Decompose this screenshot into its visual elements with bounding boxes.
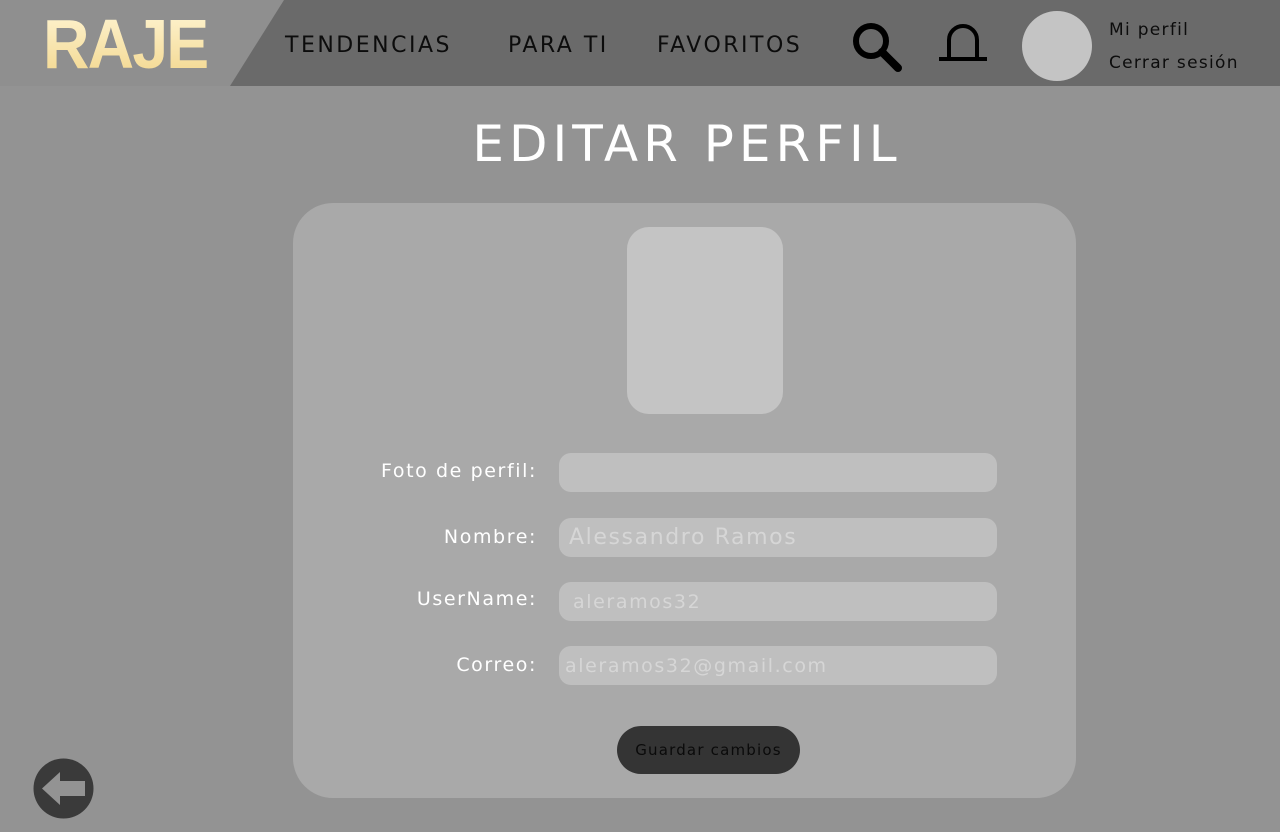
nav-para-ti[interactable]: PARA TI — [508, 31, 609, 61]
logo-area: RAJE — [0, 0, 284, 86]
edit-profile-card: Foto de perfil: Nombre: UserName: Correo… — [293, 203, 1076, 798]
nav-tendencias[interactable]: TENDENCIAS — [285, 31, 452, 61]
username-label: UserName: — [416, 588, 537, 610]
my-profile-link[interactable]: Mi perfil — [1109, 19, 1189, 41]
bell-icon[interactable] — [936, 20, 990, 64]
page-title: EDITAR PERFIL — [472, 115, 902, 173]
email-field[interactable] — [559, 646, 997, 685]
email-label: Correo: — [456, 654, 537, 676]
photo-label: Foto de perfil: — [381, 460, 537, 482]
arrow-left-icon[interactable] — [33, 758, 94, 819]
user-avatar[interactable] — [1022, 11, 1092, 81]
username-field[interactable] — [559, 582, 997, 621]
top-navigation-bar: RAJE TENDENCIAS PARA TI FAVORITOS Mi per… — [0, 0, 1280, 86]
save-changes-button[interactable]: Guardar cambios — [617, 726, 800, 774]
logout-link[interactable]: Cerrar sesión — [1109, 52, 1239, 74]
name-label: Nombre: — [443, 526, 537, 548]
nav-favoritos[interactable]: FAVORITOS — [657, 31, 802, 61]
photo-field[interactable] — [559, 453, 997, 492]
profile-photo-preview — [627, 227, 783, 414]
name-field[interactable] — [559, 518, 997, 557]
search-icon[interactable] — [850, 20, 904, 74]
brand-logo[interactable]: RAJE — [43, 4, 209, 84]
